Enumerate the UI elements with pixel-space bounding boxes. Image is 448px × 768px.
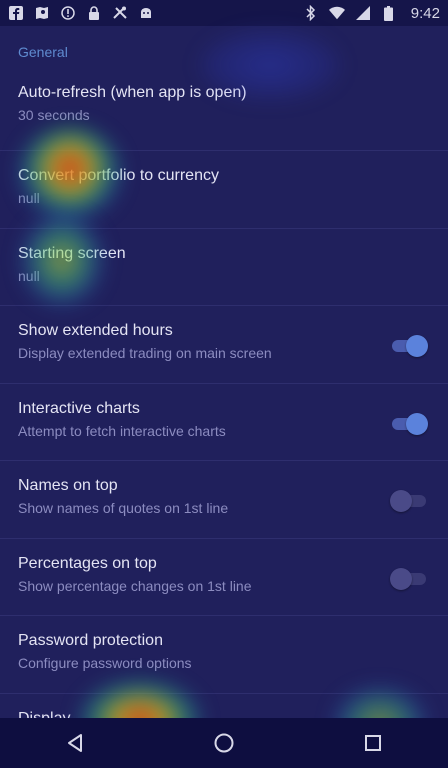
setting-convert-portfolio[interactable]: Convert portfolio to currency null	[0, 151, 448, 229]
back-icon	[67, 734, 82, 752]
clock: 9:42	[410, 4, 440, 22]
setting-summary: null	[18, 267, 40, 284]
recents-button[interactable]	[353, 723, 393, 763]
toggle-thumb	[390, 490, 412, 512]
navigation-bar	[0, 718, 448, 768]
bluetooth-icon	[303, 5, 319, 21]
maps-icon	[34, 5, 50, 21]
lock-icon	[86, 5, 102, 21]
tools-icon	[112, 5, 128, 21]
setting-summary: Show percentage changes on 1st line	[18, 577, 252, 594]
setting-summary: Attempt to fetch interactive charts	[18, 422, 226, 439]
setting-title: Names on top	[18, 477, 118, 494]
setting-title: Display	[18, 709, 71, 719]
setting-title: Show extended hours	[18, 322, 173, 339]
setting-summary: Show names of quotes on 1st line	[18, 500, 229, 516]
info-icon	[60, 5, 76, 21]
setting-summary: null	[18, 190, 40, 206]
cellular-icon	[355, 5, 371, 21]
setting-display[interactable]: Display	[0, 694, 448, 719]
names-on-top-toggle[interactable]	[390, 489, 428, 513]
toggle-thumb	[406, 335, 428, 357]
toggle-thumb	[390, 567, 412, 590]
settings-list[interactable]: General Auto-refresh (when app is open) …	[0, 26, 448, 718]
setting-percentages-on-top[interactable]: Percentages on top Show percentage chang…	[0, 539, 448, 616]
recents-icon	[365, 735, 382, 751]
setting-password-protection[interactable]: Password protection Configure password o…	[0, 616, 448, 694]
setting-auto-refresh[interactable]: Auto-refresh (when app is open) 30 secon…	[0, 76, 448, 151]
setting-title: Convert portfolio to currency	[18, 167, 219, 184]
setting-starting-screen[interactable]: Starting screen null	[0, 229, 448, 306]
setting-summary: 30 seconds	[18, 107, 90, 123]
interactive-charts-toggle[interactable]	[390, 412, 428, 436]
setting-title: Password protection	[18, 632, 163, 649]
home-button[interactable]	[204, 723, 244, 763]
setting-summary: Display extended trading on main screen	[18, 345, 272, 361]
battery-icon	[381, 5, 397, 21]
percentages-on-top-toggle[interactable]	[390, 567, 428, 591]
setting-interactive-charts[interactable]: Interactive charts Attempt to fetch inte…	[0, 384, 448, 461]
setting-extended-hours[interactable]: Show extended hours Display extended tra…	[0, 306, 448, 384]
back-button[interactable]	[55, 723, 95, 763]
section-header-general: General	[18, 44, 68, 60]
setting-summary: Configure password options	[18, 655, 192, 671]
setting-title: Auto-refresh (when app is open)	[18, 84, 247, 101]
home-icon	[214, 733, 234, 753]
android-icon	[138, 5, 154, 21]
setting-names-on-top[interactable]: Names on top Show names of quotes on 1st…	[0, 461, 448, 539]
toggle-thumb	[406, 412, 428, 435]
wifi-icon	[328, 5, 345, 21]
setting-title: Interactive charts	[18, 399, 140, 417]
setting-title: Percentages on top	[18, 554, 157, 572]
status-bar: 9:42	[0, 0, 448, 26]
facebook-icon	[8, 5, 24, 21]
setting-title: Starting screen	[18, 244, 126, 262]
extended-hours-toggle[interactable]	[390, 334, 428, 358]
